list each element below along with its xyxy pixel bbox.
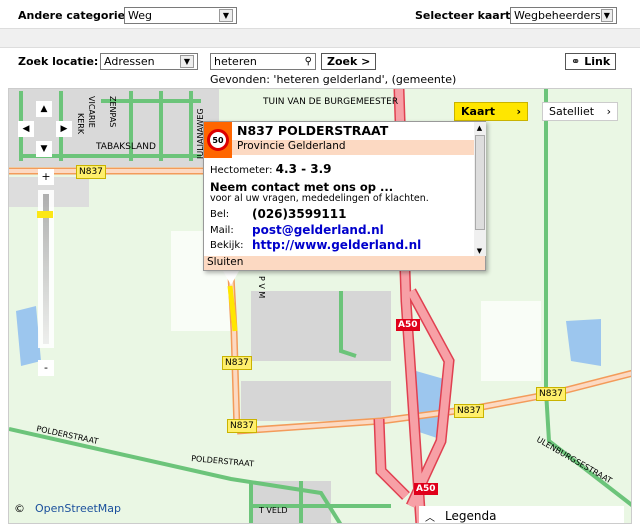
bel-label: Bel: <box>210 209 230 220</box>
map-type-kaart-button[interactable]: Kaart › <box>454 102 528 121</box>
chevron-down-icon: ▼ <box>600 9 613 22</box>
chevron-right-icon: › <box>516 105 521 118</box>
label-tuin: TUIN VAN DE BURGEMEESTER <box>262 97 398 107</box>
category-value: Weg <box>128 9 152 22</box>
zoom-slider-handle[interactable] <box>37 211 53 218</box>
popup-title: N837 POLDERSTRAAT <box>237 123 389 138</box>
link-button[interactable]: ⚭ Link <box>565 53 617 70</box>
contact-subtitle: voor al uw vragen, mededelingen of klach… <box>210 193 429 204</box>
legend-label: Legenda <box>445 509 497 523</box>
arrow-left-icon: ◀ <box>22 124 30 134</box>
scroll-down-icon[interactable]: ▼ <box>474 245 485 256</box>
map-select-label: Selecteer kaart: <box>415 9 515 22</box>
chevron-down-icon: ▼ <box>219 9 233 22</box>
popup-close-button[interactable]: Sluiten <box>204 256 485 270</box>
label-ulenburgsestraat: ULENBURGSESTRAAT <box>535 435 613 485</box>
road-shield-n837: N837 <box>454 404 484 418</box>
category-label: Andere categorie: <box>18 9 130 22</box>
hectometer-label: Hectometer: <box>210 165 273 176</box>
zoom-slider[interactable] <box>37 190 54 348</box>
copyright-symbol: © <box>14 502 25 515</box>
bekijk-label: Bekijk: <box>210 240 244 251</box>
hectometer-value: 4.3 - 3.9 <box>275 162 332 176</box>
popup-subtitle: Provincie Gelderland <box>232 140 474 155</box>
speed-limit-icon: 50 <box>207 129 229 151</box>
road-shield-n837: N837 <box>227 419 257 433</box>
map-select-value: Wegbeheerders <box>514 9 601 22</box>
label-pvm: P V M <box>257 276 266 298</box>
zoom-in-button[interactable]: + <box>38 169 54 185</box>
search-label: Zoek locatie: <box>18 55 99 68</box>
arrow-up-icon: ▲ <box>40 104 48 114</box>
chevron-right-icon: › <box>606 105 611 118</box>
label-t-veld: T VELD <box>258 506 288 515</box>
road-shield-a50: A50 <box>414 483 438 495</box>
website-link[interactable]: http://www.gelderland.nl <box>252 238 421 252</box>
road-shield-a50: A50 <box>396 319 420 331</box>
pan-left-button[interactable]: ◀ <box>18 121 34 137</box>
chevron-up-icon: ︿ <box>425 512 435 524</box>
phone-number: (026)3599111 <box>252 207 347 221</box>
scroll-up-icon[interactable]: ▲ <box>474 122 485 133</box>
popup-pointer <box>223 271 239 285</box>
speed-sign: 50 <box>204 122 232 158</box>
search-result: Gevonden: 'heteren gelderland', (gemeent… <box>210 73 457 86</box>
road-shield-n837: N837 <box>222 356 252 370</box>
search-input[interactable]: heteren ⚲ <box>210 53 316 70</box>
link-label: Link <box>584 55 611 68</box>
contact-title: Neem contact met ons op ... <box>210 180 394 194</box>
map-type-satelliet-button[interactable]: Satelliet › <box>542 102 618 121</box>
pan-right-button[interactable]: ▶ <box>56 121 72 137</box>
legend-toggle[interactable]: ︿ Legenda <box>419 506 624 524</box>
scroll-thumb[interactable] <box>475 135 485 230</box>
search-type-select[interactable]: Adressen ▼ <box>100 53 198 70</box>
pan-down-button[interactable]: ▼ <box>36 141 52 157</box>
search-type-value: Adressen <box>104 55 155 68</box>
zoom-out-button[interactable]: - <box>38 360 54 376</box>
label-zenpas: ZENPAS <box>108 96 117 127</box>
popup-scrollbar[interactable]: ▲ ▼ <box>474 122 486 256</box>
toolbar-band <box>0 28 640 48</box>
search-button[interactable]: Zoek > <box>321 53 377 70</box>
search-query: heteren <box>214 55 257 68</box>
search-icon: ⚲ <box>304 56 312 67</box>
arrow-right-icon: ▶ <box>60 124 68 134</box>
pan-up-button[interactable]: ▲ <box>36 101 52 117</box>
label-vicarie: VICARIE <box>87 96 96 128</box>
label-tabaksland: TABAKSLAND <box>95 142 156 152</box>
map-select[interactable]: Wegbeheerders ▼ <box>510 7 617 24</box>
info-popup: 50 N837 POLDERSTRAAT Provincie Gelderlan… <box>203 121 486 271</box>
kaart-label: Kaart <box>461 105 496 118</box>
arrow-down-icon: ▼ <box>40 144 48 154</box>
road-shield-n837: N837 <box>536 387 566 401</box>
mail-label: Mail: <box>210 225 234 236</box>
link-icon: ⚭ <box>571 55 581 68</box>
email-link[interactable]: post@gelderland.nl <box>252 223 384 237</box>
label-polderstraat: POLDERSTRAAT <box>191 454 255 468</box>
category-select[interactable]: Weg ▼ <box>124 7 237 24</box>
openstreetmap-link[interactable]: OpenStreetMap <box>35 502 121 515</box>
label-kerk: KERK <box>76 113 85 135</box>
road-shield-n837: N837 <box>76 165 106 179</box>
satelliet-label: Satelliet <box>549 105 595 118</box>
chevron-down-icon: ▼ <box>180 55 194 68</box>
